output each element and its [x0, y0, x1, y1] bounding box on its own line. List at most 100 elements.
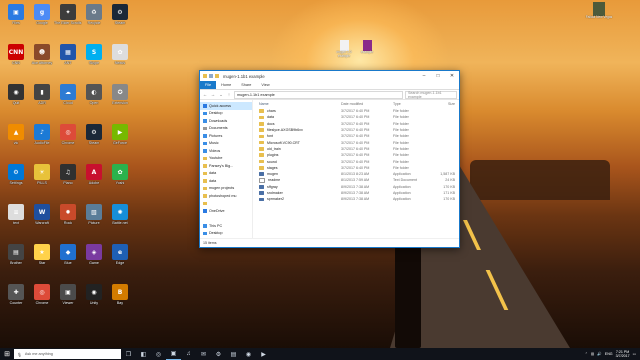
taskbar-app-icon[interactable]: ♫: [181, 348, 196, 360]
nav-item[interactable]: [200, 215, 252, 223]
desktop-icon[interactable]: ▶ GeForce: [106, 124, 134, 145]
file-row[interactable]: sprmaker2 8/9/2013 7:38 AM Application 170 …: [259, 196, 459, 202]
volume-icon[interactable]: 🔊: [597, 352, 601, 356]
desktop-icon[interactable]: ▣ Viewer: [54, 284, 82, 305]
network-icon[interactable]: ▥: [591, 352, 594, 356]
nav-item[interactable]: Quick access: [200, 102, 252, 110]
desktop-icon[interactable]: ⚙ Steam: [80, 124, 108, 145]
nav-item[interactable]: mugen projects: [200, 185, 252, 193]
column-size[interactable]: Size: [433, 102, 455, 106]
desktop-shortcut-fallout[interactable]: Fallout New Vegas: [585, 2, 613, 20]
desktop-icon[interactable]: ☻ Ace Attorney: [28, 44, 56, 65]
nav-item[interactable]: Videos: [200, 147, 252, 155]
taskbar-app-icon[interactable]: ❐: [121, 348, 136, 360]
chevron-up-icon[interactable]: ⌃: [585, 352, 588, 356]
nav-item[interactable]: This PC: [200, 222, 252, 230]
clock[interactable]: 7:21 PM 3/7/2017: [616, 350, 630, 358]
desktop-icon[interactable]: ✦ The Elder Scrolls V: [54, 4, 82, 25]
desktop-icon[interactable]: ☁ Cloud: [54, 84, 82, 105]
recent-chevron-icon[interactable]: ⌄: [218, 92, 224, 98]
maximize-button[interactable]: □: [431, 71, 445, 81]
desktop-icon[interactable]: ♫ Piano: [54, 164, 82, 185]
taskbar-app-icon[interactable]: ⚙: [211, 348, 226, 360]
tab-home[interactable]: Home: [216, 81, 236, 89]
nav-item[interactable]: Desktop: [200, 110, 252, 118]
nav-item[interactable]: Youtube: [200, 155, 252, 163]
desktop-icon[interactable]: ✺ Battle.net: [106, 204, 134, 225]
desktop-icon[interactable]: ◆ Blue: [54, 244, 82, 265]
desktop-icon[interactable]: ◉ Quit: [2, 84, 30, 105]
desktop-icon[interactable]: ◐ Open: [80, 84, 108, 105]
nav-item[interactable]: data: [200, 177, 252, 185]
nav-item[interactable]: Desktop: [200, 230, 252, 238]
tab-share[interactable]: Share: [236, 81, 256, 89]
new-folder-icon[interactable]: [215, 74, 219, 78]
desktop-icon[interactable]: ✪ Extension: [106, 84, 134, 105]
nav-item[interactable]: data: [200, 170, 252, 178]
close-button[interactable]: ✕: [445, 71, 459, 81]
nav-item[interactable]: Pictures: [200, 132, 252, 140]
desktop-icon[interactable]: W Warcraft: [28, 204, 56, 225]
windows-start-icon[interactable]: ⊞: [0, 348, 14, 360]
address-bar[interactable]: mugen-1.1b1 example: [234, 90, 403, 99]
column-date[interactable]: Date modified: [341, 102, 393, 106]
desktop-file-example[interactable]: example: [356, 40, 378, 55]
desktop-icon[interactable]: ▧ Picture: [80, 204, 108, 225]
up-arrow-icon[interactable]: ↑: [226, 92, 232, 97]
taskbar-app-icon[interactable]: ◎: [151, 348, 166, 360]
desktop-icon[interactable]: ◈ Game: [80, 244, 108, 265]
nav-item[interactable]: [200, 200, 252, 208]
desktop-icon[interactable]: ▤ Brother: [2, 244, 30, 265]
nav-item[interactable]: photoshoped mu: [200, 192, 252, 200]
desktop-icon[interactable]: ≡ text: [2, 204, 30, 225]
nav-item[interactable]: Pansey's Big...: [200, 162, 252, 170]
search-input[interactable]: Search mugen-1.1b1 example: [405, 90, 457, 99]
desktop-icon[interactable]: ♻ Recycle: [80, 4, 108, 25]
column-type[interactable]: Type: [393, 102, 433, 106]
properties-icon[interactable]: [209, 74, 213, 78]
desktop-icon[interactable]: ▲ vlc: [2, 124, 30, 145]
desktop-icon[interactable]: ★ Star: [28, 244, 56, 265]
taskbar-search-input[interactable]: 🎙 Ask me anything: [14, 349, 121, 359]
taskbar-app-icon[interactable]: ◧: [136, 348, 151, 360]
desktop-icon[interactable]: ▦ ANT: [54, 44, 82, 65]
nav-item[interactable]: Music: [200, 140, 252, 148]
desktop-icon[interactable]: ✹ Rock: [54, 204, 82, 225]
desktop-icon[interactable]: e Edge: [106, 244, 134, 265]
back-arrow-icon[interactable]: ←: [202, 92, 208, 97]
column-name[interactable]: Name: [259, 102, 341, 106]
notifications-icon[interactable]: ▭: [633, 352, 636, 356]
desktop-icon[interactable]: CNN CNN: [2, 44, 30, 65]
taskbar-app-icon[interactable]: ✉: [196, 348, 211, 360]
taskbar-app-icon[interactable]: ◉: [241, 348, 256, 360]
desktop-icon[interactable]: ♪ AudioFile: [28, 124, 56, 145]
desktop-icon[interactable]: ◎ Chrome: [28, 284, 56, 305]
desktop-icon[interactable]: A Adobe: [80, 164, 108, 185]
nav-item[interactable]: OneDrive: [200, 207, 252, 215]
desktop-icon[interactable]: ✿ Nexus: [106, 44, 134, 65]
taskbar-app-icon[interactable]: ▤: [226, 348, 241, 360]
desktop-icon[interactable]: ▣ Files: [2, 4, 30, 25]
minimize-button[interactable]: –: [417, 71, 431, 81]
taskbar-app-icon[interactable]: ▶: [256, 348, 271, 360]
desktop-icon[interactable]: ☀ PILLS: [28, 164, 56, 185]
desktop-icon[interactable]: ✿ Yoshi: [106, 164, 134, 185]
tab-view[interactable]: View: [256, 81, 274, 89]
desktop-icon[interactable]: ⚙ Settings: [2, 164, 30, 185]
forward-arrow-icon[interactable]: →: [210, 92, 216, 97]
nav-item[interactable]: Documents: [200, 125, 252, 133]
desktop-icon[interactable]: ✚ Counter: [2, 284, 30, 305]
desktop-icon[interactable]: B Bay: [106, 284, 134, 305]
desktop-icon[interactable]: g Google: [28, 4, 56, 25]
language-indicator[interactable]: ENG: [605, 352, 613, 356]
desktop-icon[interactable]: S Skype: [80, 44, 108, 65]
tab-file[interactable]: File: [200, 81, 217, 89]
desktop-icon[interactable]: ⚙ Steam: [106, 4, 134, 25]
desktop-icon[interactable]: ◎ Chrome: [54, 124, 82, 145]
window-titlebar[interactable]: mugen-1.1b1 example – □ ✕: [200, 71, 459, 81]
nav-item[interactable]: Downloads: [200, 117, 252, 125]
taskbar-app-icon[interactable]: ▣: [166, 348, 181, 360]
desktop-icon[interactable]: ▮ ADR: [28, 84, 56, 105]
desktop-icon[interactable]: ◉ Unity: [80, 284, 108, 305]
desktop-file-mugen[interactable]: mugen 1.0 example: [333, 40, 355, 58]
